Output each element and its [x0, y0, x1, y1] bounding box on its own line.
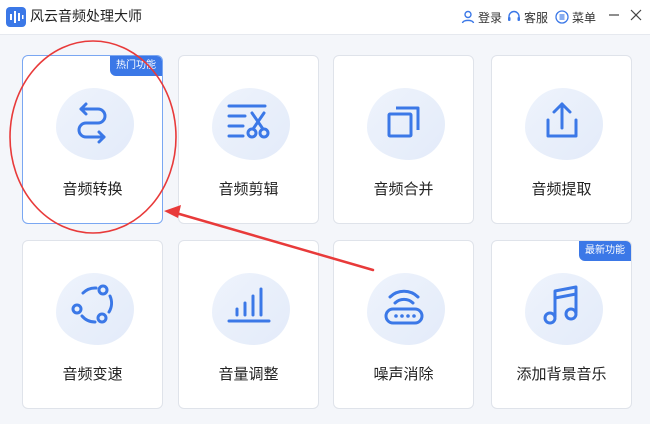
- card-label: 添加背景音乐: [516, 365, 607, 383]
- volume-bars-icon: [227, 287, 271, 323]
- menu-icon: [555, 10, 569, 24]
- card-audio-convert[interactable]: 热门功能 音频转换: [22, 55, 163, 224]
- login-button[interactable]: 登录: [461, 7, 502, 27]
- menu-label: 菜单: [572, 10, 597, 25]
- card-add-bgm[interactable]: 最新功能 添加背景音乐: [491, 240, 632, 409]
- card-audio-merge[interactable]: 音频合并: [333, 55, 474, 224]
- service-button[interactable]: 客服: [507, 7, 548, 27]
- card-label: 音频剪辑: [218, 180, 279, 198]
- card-label: 音频合并: [373, 180, 434, 198]
- login-label: 登录: [478, 10, 503, 25]
- card-noise-removal[interactable]: 噪声消除: [333, 240, 474, 409]
- close-icon[interactable]: [629, 8, 643, 22]
- title-bar: 风云音频处理大师 登录 客服 菜单: [0, 0, 650, 35]
- card-label: 音量调整: [218, 365, 279, 383]
- scissors-icon: [227, 104, 270, 139]
- service-label: 客服: [524, 10, 549, 25]
- new-feature-badge: 最新功能: [579, 241, 631, 261]
- minimize-icon[interactable]: [607, 8, 621, 22]
- convert-arrows-icon: [77, 102, 107, 144]
- user-icon: [461, 10, 475, 24]
- card-audio-extract[interactable]: 音频提取: [491, 55, 632, 224]
- headset-icon: [508, 10, 520, 21]
- app-logo-icon: [6, 7, 26, 27]
- hot-feature-badge: 热门功能: [110, 56, 162, 76]
- card-audio-cut[interactable]: 音频剪辑: [178, 55, 319, 224]
- speed-nodes-icon: [71, 284, 114, 324]
- noise-router-icon: [384, 289, 424, 325]
- menu-button[interactable]: 菜单: [555, 7, 596, 27]
- app-title: 风云音频处理大师: [30, 9, 142, 25]
- merge-squares-icon: [387, 106, 420, 138]
- card-audio-speed[interactable]: 音频变速: [22, 240, 163, 409]
- music-note-icon: [543, 285, 578, 325]
- card-label: 音频变速: [62, 365, 123, 383]
- extract-upload-icon: [546, 102, 578, 138]
- card-volume-adjust[interactable]: 音量调整: [178, 240, 319, 409]
- card-label: 音频提取: [531, 180, 592, 198]
- card-label: 音频转换: [62, 180, 123, 198]
- card-label: 噪声消除: [373, 365, 434, 383]
